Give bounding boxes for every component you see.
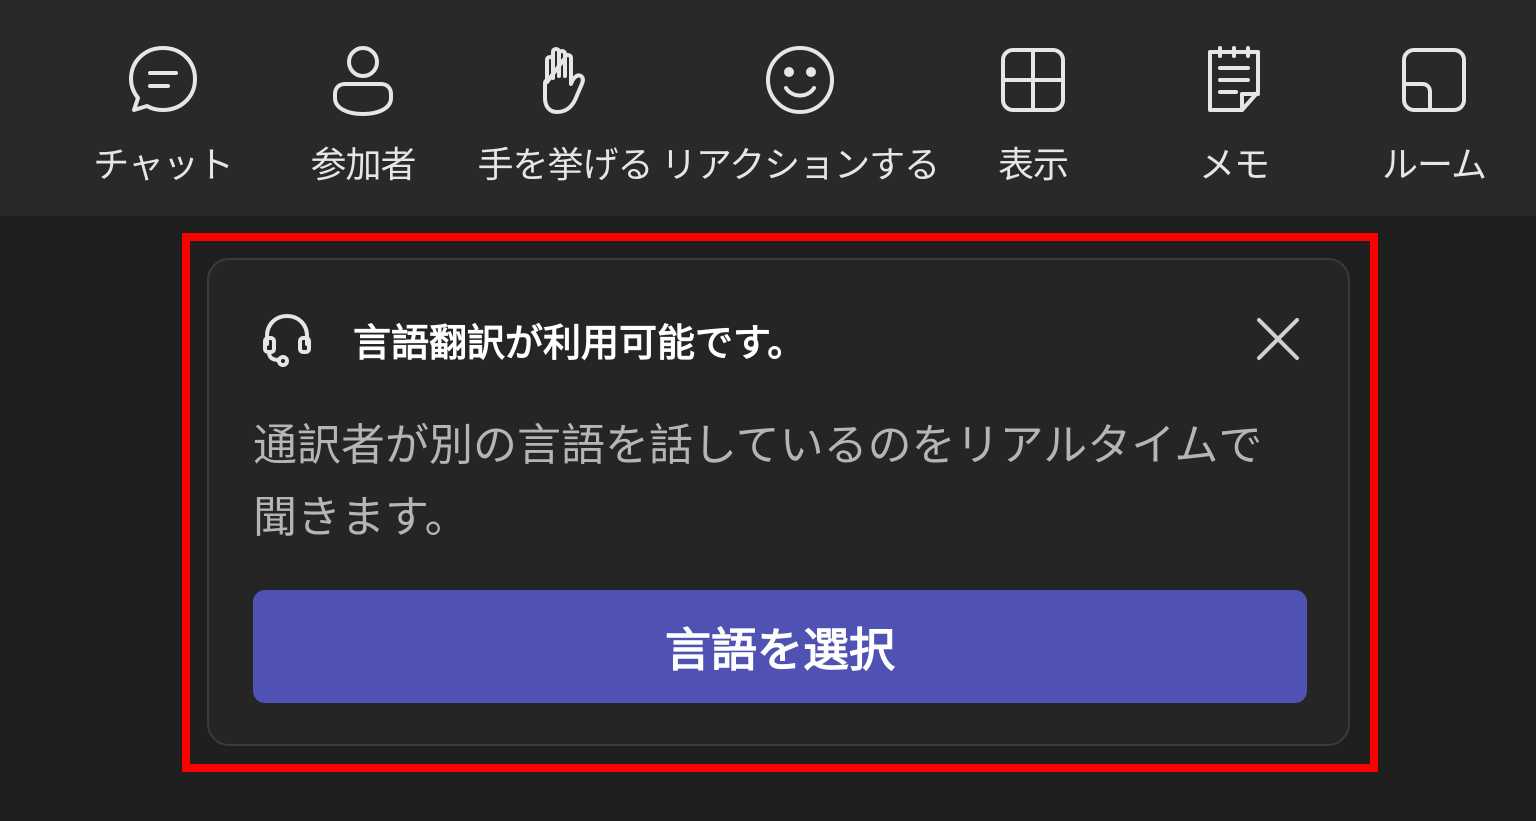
raise-hand-icon: [525, 40, 605, 120]
close-button[interactable]: [1249, 310, 1307, 368]
grid-view-icon: [993, 40, 1073, 120]
notes-button[interactable]: メモ: [1174, 40, 1294, 190]
smiley-icon: [760, 40, 840, 120]
notice-title: 言語翻訳が利用可能です。: [353, 321, 806, 365]
react-label: リアクションする: [660, 145, 940, 186]
rooms-button[interactable]: ルーム: [1374, 40, 1494, 190]
chat-label: チャット: [93, 145, 234, 186]
language-interpretation-notice: 言語翻訳が利用可能です。 通訳者が別の言語を話しているのをリアルタイムで聞きます…: [207, 258, 1350, 746]
notes-label: メモ: [1198, 145, 1270, 186]
headset-icon: [259, 310, 315, 370]
select-language-button[interactable]: 言語を選択: [253, 590, 1307, 703]
notes-icon: [1194, 40, 1274, 120]
participants-label: 参加者: [310, 145, 416, 186]
view-button[interactable]: 表示: [973, 40, 1093, 190]
view-label: 表示: [997, 145, 1069, 186]
react-button[interactable]: リアクションする: [661, 40, 940, 190]
person-icon: [323, 40, 403, 120]
participants-button[interactable]: 参加者: [303, 40, 423, 190]
meeting-toolbar: チャット 参加者 手を挙げる リアクションする 表示 メモ ルーム: [0, 0, 1536, 216]
raise-hand-button[interactable]: 手を挙げる: [477, 40, 654, 190]
chat-icon: [123, 40, 203, 120]
notice-description: 通訳者が別の言語を話しているのをリアルタイムで聞きます。: [253, 420, 1263, 543]
raise-hand-label: 手を挙げる: [477, 145, 654, 186]
chat-button[interactable]: チャット: [93, 40, 234, 190]
rooms-label: ルーム: [1382, 145, 1487, 186]
rooms-icon: [1394, 40, 1474, 120]
close-icon: [1257, 318, 1299, 360]
